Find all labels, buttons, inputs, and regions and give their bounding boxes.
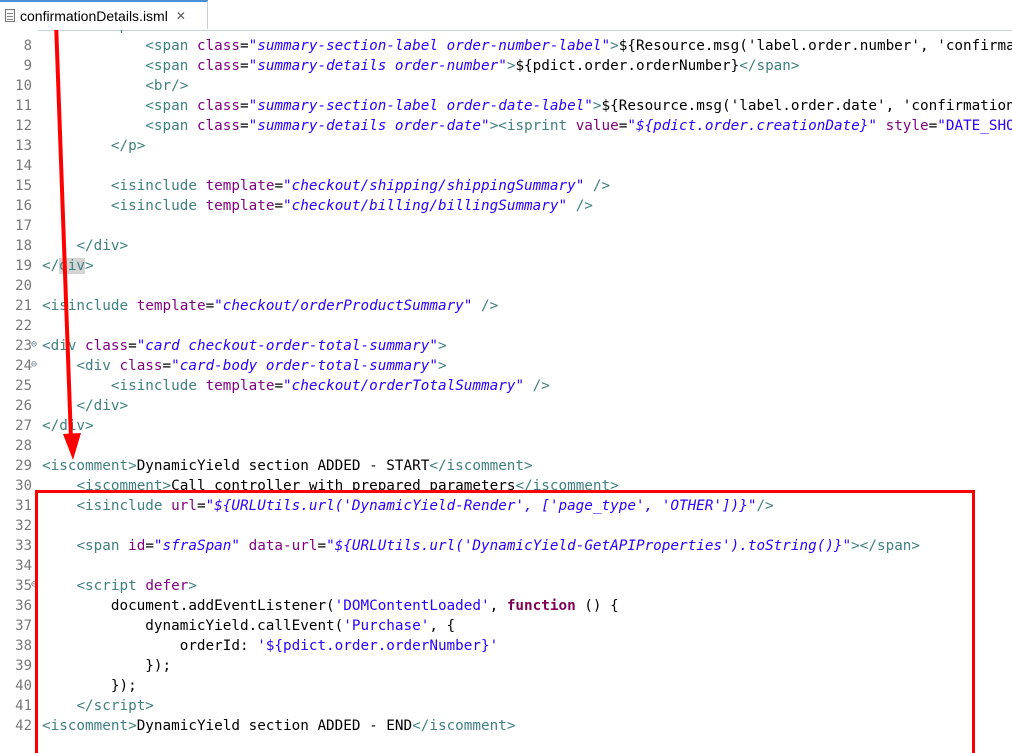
tab-confirmation-details[interactable]: confirmationDetails.isml ✕	[0, 0, 208, 29]
code-editor[interactable]: <p>8 <span class="summary-section-label …	[0, 30, 1012, 753]
file-icon	[5, 9, 15, 22]
close-icon[interactable]: ✕	[176, 9, 186, 23]
editor-tab-bar: confirmationDetails.isml ✕	[0, 0, 1012, 31]
arrow-shaft	[54, 30, 73, 441]
annotation-arrow	[54, 30, 81, 460]
tab-label: confirmationDetails.isml	[20, 7, 168, 24]
arrow-head	[63, 433, 81, 460]
